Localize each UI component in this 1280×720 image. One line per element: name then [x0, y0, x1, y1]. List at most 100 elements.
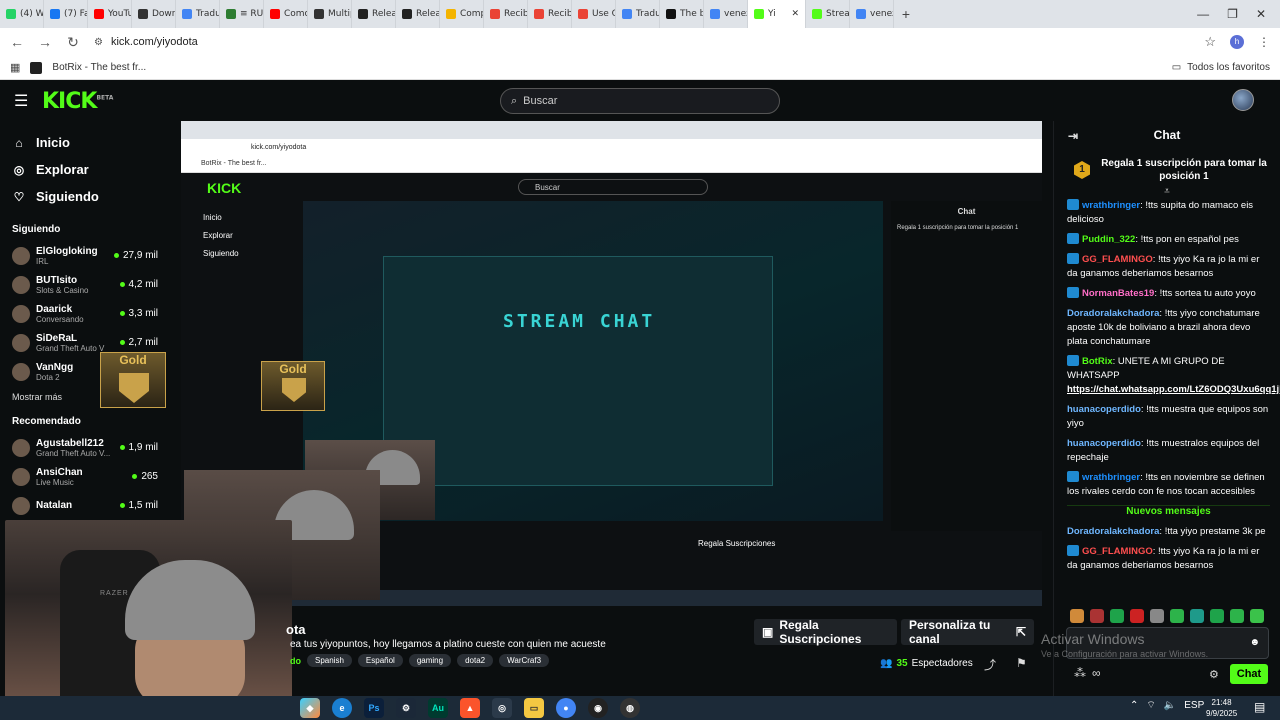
browser-tab[interactable]: YouTu: [88, 0, 132, 28]
profile-avatar[interactable]: h: [1230, 35, 1244, 49]
sidebar-nav-siguiendo[interactable]: ♡ Siguiendo: [12, 183, 158, 210]
stream-tag[interactable]: gaming: [408, 654, 452, 667]
browser-tab[interactable]: Como: [264, 0, 308, 28]
site-info-icon[interactable]: ⚙: [94, 37, 103, 48]
stream-tag[interactable]: WarCraf3: [499, 654, 550, 667]
user-avatar[interactable]: [1232, 89, 1254, 111]
chat-input-box[interactable]: ☻: [1066, 627, 1269, 659]
tray-chevron-icon[interactable]: ⌃: [1130, 700, 1138, 711]
emote-icon[interactable]: [1130, 609, 1144, 623]
steam-icon[interactable]: ⚙: [396, 698, 416, 718]
close-window-icon[interactable]: ✕: [1256, 7, 1266, 21]
photoshop-icon[interactable]: Ps: [364, 698, 384, 718]
share-icon[interactable]: ⤴: [984, 656, 996, 673]
browser-tab[interactable]: venez: [850, 0, 894, 28]
emote-icon[interactable]: [1090, 609, 1104, 623]
chat-input[interactable]: [1067, 628, 1237, 658]
chat-username[interactable]: GG_FLAMINGO: [1082, 546, 1153, 557]
network-icon[interactable]: ◎: [492, 698, 512, 718]
emote-icon[interactable]: [1250, 609, 1264, 623]
restore-icon[interactable]: ❐: [1227, 7, 1238, 21]
browser-tab[interactable]: Down: [132, 0, 176, 28]
emote-icon[interactable]: [1210, 609, 1224, 623]
browser-tab[interactable]: Yi ✕: [748, 0, 806, 28]
chat-username[interactable]: wrathbringer: [1082, 200, 1140, 211]
browser-tab[interactable]: (7) Fa: [44, 0, 88, 28]
emoji-icon[interactable]: ☻: [1249, 637, 1260, 648]
chat-send-button[interactable]: Chat: [1230, 664, 1268, 684]
audition-icon[interactable]: Au: [428, 698, 448, 718]
apps-grid-icon[interactable]: ▦: [10, 61, 20, 74]
channel-item[interactable]: Natalan 1,5 mil: [12, 491, 158, 520]
browser-tab[interactable]: (4) Wh: [0, 0, 44, 28]
back-icon[interactable]: ←: [10, 34, 24, 50]
browser-tab[interactable]: Traduc: [176, 0, 220, 28]
chat-username[interactable]: huanacoperdido: [1067, 438, 1141, 449]
close-tab-icon[interactable]: ✕: [791, 9, 799, 19]
menu-dots-icon[interactable]: ⋮: [1258, 35, 1270, 49]
wifi-icon[interactable]: ⌔: [1146, 699, 1155, 712]
chat-username[interactable]: huanacoperdido: [1067, 404, 1141, 415]
stream-tag[interactable]: Spanish: [307, 654, 352, 667]
sidebar-nav-inicio[interactable]: ⌂ Inicio: [12, 129, 158, 156]
browser-tab[interactable]: Releas: [396, 0, 440, 28]
emote-icon[interactable]: [1110, 609, 1124, 623]
emote-icon[interactable]: [1070, 609, 1084, 623]
emote-icon[interactable]: [1170, 609, 1184, 623]
chat-link[interactable]: https://chat.whatsapp.com/LtZ6ODQ3Uxu6qq…: [1067, 384, 1280, 395]
sidebar-nav-explorar[interactable]: ◎ Explorar: [12, 156, 158, 183]
chat-username[interactable]: Doradoralakchadora: [1067, 526, 1159, 537]
collapse-chat-icon[interactable]: ⇥: [1068, 129, 1078, 143]
emote-icon[interactable]: [1190, 609, 1204, 623]
browser-tab[interactable]: ≡ RUAT: [220, 0, 264, 28]
browser-tab[interactable]: Releas: [352, 0, 396, 28]
bookmark-botrix[interactable]: BotRix - The best fr...: [52, 62, 146, 73]
browser-tab[interactable]: Use O: [572, 0, 616, 28]
customize-channel-button[interactable]: Personaliza tu canal ⇱: [901, 618, 1034, 646]
chat-username[interactable]: NormanBates19: [1082, 288, 1154, 299]
follow-user-icon[interactable]: ⚑: [1016, 656, 1027, 670]
chat-username[interactable]: GG_FLAMINGO: [1082, 254, 1153, 265]
clock[interactable]: 21:48 9/9/2025: [1206, 697, 1237, 719]
url-field[interactable]: ⚙ kick.com/yiyodota: [94, 36, 198, 48]
emote-icon[interactable]: [1150, 609, 1164, 623]
channel-item[interactable]: Daarick Conversando 3,3 mil: [12, 299, 158, 328]
forward-icon[interactable]: →: [38, 34, 52, 50]
browser-tab[interactable]: Traduc: [616, 0, 660, 28]
hamburger-menu-icon[interactable]: ☰: [14, 91, 34, 111]
obs-studio-icon[interactable]: ◍: [620, 698, 640, 718]
brave-icon[interactable]: ▲: [460, 698, 480, 718]
chat-username[interactable]: Doradoralakchadora: [1067, 308, 1159, 319]
channel-item[interactable]: AnsiChan Live Music 265: [12, 462, 158, 491]
kick-logo[interactable]: KICKBETA: [42, 89, 113, 114]
minimize-icon[interactable]: —: [1197, 7, 1209, 21]
stream-tag[interactable]: Español: [357, 654, 403, 667]
chat-settings-icon[interactable]: ⚙: [1209, 668, 1219, 681]
browser-tab[interactable]: Multip: [308, 0, 352, 28]
bookmark-star-icon[interactable]: ☆: [1204, 34, 1216, 50]
stream-tag[interactable]: dota2: [457, 654, 494, 667]
volume-icon[interactable]: 🔈: [1164, 700, 1176, 711]
file-explorer-icon[interactable]: ▭: [524, 698, 544, 718]
emote-icon[interactable]: [1230, 609, 1244, 623]
browser-tab[interactable]: venez: [704, 0, 748, 28]
chat-username[interactable]: wrathbringer: [1082, 472, 1140, 483]
language-indicator[interactable]: ESP: [1184, 700, 1204, 711]
chat-username[interactable]: Puddin_322: [1082, 234, 1135, 245]
new-messages-divider[interactable]: Nuevos mensajes: [1067, 505, 1270, 517]
reload-icon[interactable]: ↻: [66, 34, 80, 51]
search-box[interactable]: ⌕ Buscar: [500, 88, 780, 114]
browser-tab[interactable]: Stream: [806, 0, 850, 28]
copilot-icon[interactable]: ◆: [300, 698, 320, 718]
expand-chevron-icon[interactable]: ⩡: [1054, 187, 1280, 197]
browser-tab[interactable]: Comp: [440, 0, 484, 28]
browser-tab[interactable]: The b: [660, 0, 704, 28]
channel-item[interactable]: BUTIsito Slots & Casino 4,2 mil: [12, 270, 158, 299]
channel-item[interactable]: Agustabell212 Grand Theft Auto V... 1,9 mi…: [12, 433, 158, 462]
chrome-icon[interactable]: ●: [556, 698, 576, 718]
points-icon[interactable]: ⁂: [1074, 666, 1086, 680]
all-bookmarks[interactable]: ▭ Todos los favoritos: [1172, 62, 1270, 73]
notification-icon[interactable]: ▤: [1254, 700, 1265, 714]
obs-icon[interactable]: ◉: [588, 698, 608, 718]
chat-username[interactable]: BotRix: [1082, 356, 1113, 367]
